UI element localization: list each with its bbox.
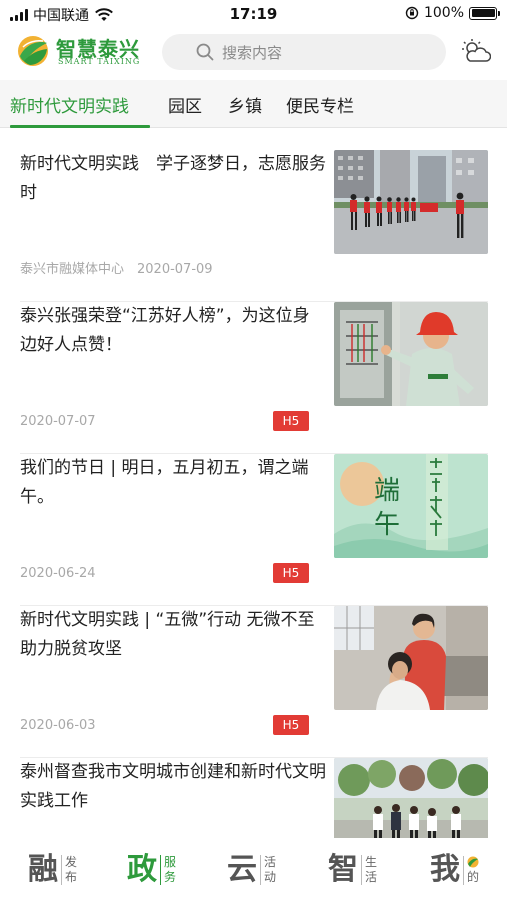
status-left: 中国联通 xyxy=(10,5,114,25)
news-item[interactable]: 新时代文明实践 | “五微”行动 无微不至助力脱贫攻坚 2020-06-03 H… xyxy=(20,606,488,758)
news-thumbnail xyxy=(334,150,488,254)
thumbnail-text: 端午 xyxy=(374,476,401,540)
logo-mark-icon xyxy=(18,36,48,66)
nav-small-text: 的 xyxy=(467,869,480,884)
battery-icon xyxy=(469,6,500,20)
nav-small-label: 服务 xyxy=(160,855,176,885)
active-tab-indicator xyxy=(10,125,150,128)
signal-icon xyxy=(10,9,28,21)
nav-big-char: 我 xyxy=(430,852,460,887)
status-bar: 中国联通 17:19 100% xyxy=(0,0,507,28)
status-right: 100% xyxy=(405,5,500,21)
app-header: 智慧泰兴 SMART TAIXING 搜索内容 xyxy=(0,28,507,76)
news-title: 新时代文明实践 | “五微”行动 无微不至助力脱贫攻坚 xyxy=(20,610,315,659)
nav-small-label: 的 xyxy=(463,855,480,885)
nav-zhi-life[interactable]: 智 生活 xyxy=(328,850,377,890)
carrier-label: 中国联通 xyxy=(33,8,89,24)
tab-towns[interactable]: 乡镇 xyxy=(228,92,262,117)
news-item[interactable]: 我们的节日 | 明日，五月初五，谓之端午。 2020-06-24 H5 端午 xyxy=(20,454,488,606)
nav-big-char: 智 xyxy=(328,852,358,887)
nav-small-label: 生活 xyxy=(361,855,377,885)
news-title: 我们的节日 | 明日，五月初五，谓之端午。 xyxy=(20,458,309,507)
battery-percent: 100% xyxy=(423,5,464,21)
news-thumbnail: 端午 xyxy=(334,454,488,558)
nav-zheng-service[interactable]: 政 服务 xyxy=(127,850,176,890)
logo-subtitle: SMART TAIXING xyxy=(58,57,141,66)
h5-badge: H5 xyxy=(273,563,309,583)
news-meta: 2020-06-03 xyxy=(20,718,96,733)
news-title: 泰兴张强荣登“江苏好人榜”，为这位身边好人点赞！ xyxy=(20,306,310,355)
app-logo[interactable]: 智慧泰兴 SMART TAIXING xyxy=(16,32,146,72)
search-placeholder: 搜索内容 xyxy=(222,43,283,62)
news-thumbnail xyxy=(334,302,488,406)
cloud-sun-icon[interactable] xyxy=(461,38,491,64)
tab-convenience[interactable]: 便民专栏 xyxy=(286,92,354,117)
nav-small-label: 活动 xyxy=(260,855,276,885)
news-item[interactable]: 新时代文明实践 学子逐梦日，志愿服务时 泰兴市融媒体中心 2020-07-09 xyxy=(20,150,488,302)
nav-big-char: 融 xyxy=(28,852,58,887)
bottom-navigation: 融 发布 政 服务 云 活动 智 生活 我 的 xyxy=(0,838,507,900)
news-title: 泰州督查我市文明城市创建和新时代文明实践工作 xyxy=(20,762,326,811)
nav-wo-mine[interactable]: 我 的 xyxy=(430,850,480,890)
news-thumbnail xyxy=(334,606,488,710)
nav-big-char: 云 xyxy=(227,852,257,887)
search-bar[interactable]: 搜索内容 xyxy=(162,34,446,70)
logo-mini-icon xyxy=(467,856,479,867)
h5-badge: H5 xyxy=(273,715,309,735)
tab-park[interactable]: 园区 xyxy=(168,92,202,117)
category-tabs: 新时代文明实践 园区 乡镇 便民专栏 xyxy=(0,80,507,128)
nav-rong-publish[interactable]: 融 发布 xyxy=(28,850,77,890)
h5-badge: H5 xyxy=(273,411,309,431)
news-item[interactable]: 泰兴张强荣登“江苏好人榜”，为这位身边好人点赞！ 2020-07-07 H5 xyxy=(20,302,488,454)
news-meta: 2020-06-24 xyxy=(20,566,96,581)
search-icon xyxy=(196,43,214,61)
orientation-lock-icon xyxy=(405,6,419,20)
wifi-icon xyxy=(95,8,113,21)
news-title: 新时代文明实践 学子逐梦日，志愿服务时 xyxy=(20,154,326,203)
nav-big-char: 政 xyxy=(127,852,157,887)
news-meta: 泰兴市融媒体中心 2020-07-09 xyxy=(20,262,213,277)
nav-small-label: 发布 xyxy=(61,855,77,885)
nav-yun-activity[interactable]: 云 活动 xyxy=(227,850,276,890)
tab-civilization-practice[interactable]: 新时代文明实践 xyxy=(10,92,129,117)
news-meta: 2020-07-07 xyxy=(20,414,96,429)
